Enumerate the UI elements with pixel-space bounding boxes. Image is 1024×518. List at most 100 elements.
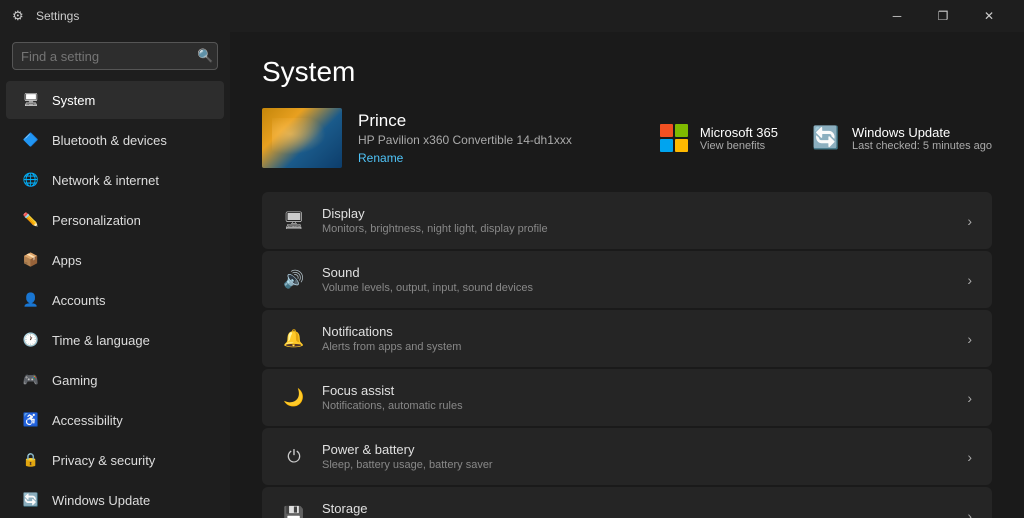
system-icon: 🖥	[22, 91, 40, 109]
microsoft365-icon	[658, 122, 690, 154]
minimize-button[interactable]: ─	[874, 0, 920, 32]
sound-text: Sound Volume levels, output, input, soun…	[322, 265, 951, 294]
bluetooth-label: Bluetooth & devices	[52, 133, 167, 148]
settings-item-notifications[interactable]: 🔔 Notifications Alerts from apps and sys…	[262, 310, 992, 367]
privacy-security-label: Privacy & security	[52, 453, 155, 468]
display-chevron: ›	[967, 213, 972, 229]
storage-chevron: ›	[967, 508, 972, 518]
personalization-label: Personalization	[52, 213, 141, 228]
time-language-label: Time & language	[52, 333, 150, 348]
microsoft365-subtitle: View benefits	[700, 140, 778, 152]
sidebar-item-bluetooth[interactable]: 🔷 Bluetooth & devices	[6, 121, 224, 159]
apps-label: Apps	[52, 253, 82, 268]
settings-list: 🖥 Display Monitors, brightness, night li…	[262, 192, 992, 518]
page-title: System	[262, 56, 992, 88]
sound-icon: 🔊	[282, 268, 306, 292]
focus-assist-text: Focus assist Notifications, automatic ru…	[322, 383, 951, 412]
sidebar-item-gaming[interactable]: 🎮 Gaming	[6, 361, 224, 399]
content-area: System Prince HP Pavilion x360 Convertib…	[230, 32, 1024, 518]
power-battery-chevron: ›	[967, 449, 972, 465]
device-shortcuts: Microsoft 365 View benefits 🔄 Windows Up…	[658, 122, 992, 154]
settings-item-focus-assist[interactable]: 🌙 Focus assist Notifications, automatic …	[262, 369, 992, 426]
device-image	[262, 108, 342, 168]
title-bar-title: Settings	[36, 9, 874, 23]
sidebar-item-time-language[interactable]: 🕐 Time & language	[6, 321, 224, 359]
notifications-title: Notifications	[322, 324, 951, 339]
windows-update-shortcut[interactable]: 🔄 Windows Update Last checked: 5 minutes…	[810, 122, 992, 154]
personalization-icon: ✏️	[22, 211, 40, 229]
display-icon: 🖥	[282, 209, 306, 233]
main-container: 🔍 🖥 System 🔷 Bluetooth & devices 🌐 Netwo…	[0, 32, 1024, 518]
storage-text: Storage Storage space, drives, configura…	[322, 501, 951, 518]
notifications-text: Notifications Alerts from apps and syste…	[322, 324, 951, 353]
display-desc: Monitors, brightness, night light, displ…	[322, 223, 951, 235]
settings-item-storage[interactable]: 💾 Storage Storage space, drives, configu…	[262, 487, 992, 518]
storage-title: Storage	[322, 501, 951, 516]
device-info: Prince HP Pavilion x360 Convertible 14-d…	[262, 108, 572, 168]
maximize-button[interactable]: ❐	[920, 0, 966, 32]
power-battery-text: Power & battery Sleep, battery usage, ba…	[322, 442, 951, 471]
sidebar-item-system[interactable]: 🖥 System	[6, 81, 224, 119]
apps-icon: 📦	[22, 251, 40, 269]
focus-assist-title: Focus assist	[322, 383, 951, 398]
windows-update-icon: 🔄	[22, 491, 40, 509]
sound-chevron: ›	[967, 272, 972, 288]
sidebar-item-personalization[interactable]: ✏️ Personalization	[6, 201, 224, 239]
gaming-icon: 🎮	[22, 371, 40, 389]
rename-link[interactable]: Rename	[358, 151, 572, 165]
network-label: Network & internet	[52, 173, 159, 188]
display-text: Display Monitors, brightness, night ligh…	[322, 206, 951, 235]
close-button[interactable]: ✕	[966, 0, 1012, 32]
sidebar-item-accounts[interactable]: 👤 Accounts	[6, 281, 224, 319]
accounts-label: Accounts	[52, 293, 105, 308]
notifications-desc: Alerts from apps and system	[322, 341, 951, 353]
sound-desc: Volume levels, output, input, sound devi…	[322, 282, 951, 294]
system-label: System	[52, 93, 95, 108]
sidebar-item-privacy-security[interactable]: 🔒 Privacy & security	[6, 441, 224, 479]
time-language-icon: 🕐	[22, 331, 40, 349]
storage-icon: 💾	[282, 504, 306, 518]
device-text: Prince HP Pavilion x360 Convertible 14-d…	[358, 111, 572, 165]
focus-assist-chevron: ›	[967, 390, 972, 406]
windows-update-icon: 🔄	[810, 122, 842, 154]
windows-update-title: Windows Update	[852, 125, 992, 140]
windows-update-label: Windows Update	[52, 493, 150, 508]
power-battery-desc: Sleep, battery usage, battery saver	[322, 459, 951, 471]
network-icon: 🌐	[22, 171, 40, 189]
sound-title: Sound	[322, 265, 951, 280]
settings-item-display[interactable]: 🖥 Display Monitors, brightness, night li…	[262, 192, 992, 249]
windows-update-text: Windows Update Last checked: 5 minutes a…	[852, 125, 992, 152]
settings-icon: ⚙	[12, 8, 28, 24]
focus-assist-desc: Notifications, automatic rules	[322, 400, 951, 412]
power-battery-icon: ⏻	[282, 445, 306, 469]
microsoft365-text: Microsoft 365 View benefits	[700, 125, 778, 152]
sidebar-item-apps[interactable]: 📦 Apps	[6, 241, 224, 279]
display-title: Display	[322, 206, 951, 221]
settings-item-sound[interactable]: 🔊 Sound Volume levels, output, input, so…	[262, 251, 992, 308]
sidebar-item-network[interactable]: 🌐 Network & internet	[6, 161, 224, 199]
sidebar-item-windows-update[interactable]: 🔄 Windows Update	[6, 481, 224, 518]
bluetooth-icon: 🔷	[22, 131, 40, 149]
search-icon: 🔍	[197, 48, 213, 64]
notifications-chevron: ›	[967, 331, 972, 347]
sidebar-nav: 🖥 System 🔷 Bluetooth & devices 🌐 Network…	[0, 80, 230, 518]
sidebar: 🔍 🖥 System 🔷 Bluetooth & devices 🌐 Netwo…	[0, 32, 230, 518]
sidebar-item-accessibility[interactable]: ♿ Accessibility	[6, 401, 224, 439]
accounts-icon: 👤	[22, 291, 40, 309]
windows-update-subtitle: Last checked: 5 minutes ago	[852, 140, 992, 152]
search-input[interactable]	[21, 49, 197, 64]
focus-assist-icon: 🌙	[282, 386, 306, 410]
power-battery-title: Power & battery	[322, 442, 951, 457]
window-controls: ─ ❐ ✕	[874, 0, 1012, 32]
settings-item-power-battery[interactable]: ⏻ Power & battery Sleep, battery usage, …	[262, 428, 992, 485]
microsoft365-shortcut[interactable]: Microsoft 365 View benefits	[658, 122, 778, 154]
device-name: Prince	[358, 111, 572, 131]
accessibility-icon: ♿	[22, 411, 40, 429]
privacy-security-icon: 🔒	[22, 451, 40, 469]
notifications-icon: 🔔	[282, 327, 306, 351]
accessibility-label: Accessibility	[52, 413, 123, 428]
search-container[interactable]: 🔍	[12, 42, 218, 70]
gaming-label: Gaming	[52, 373, 98, 388]
microsoft365-title: Microsoft 365	[700, 125, 778, 140]
device-card: Prince HP Pavilion x360 Convertible 14-d…	[262, 108, 992, 168]
